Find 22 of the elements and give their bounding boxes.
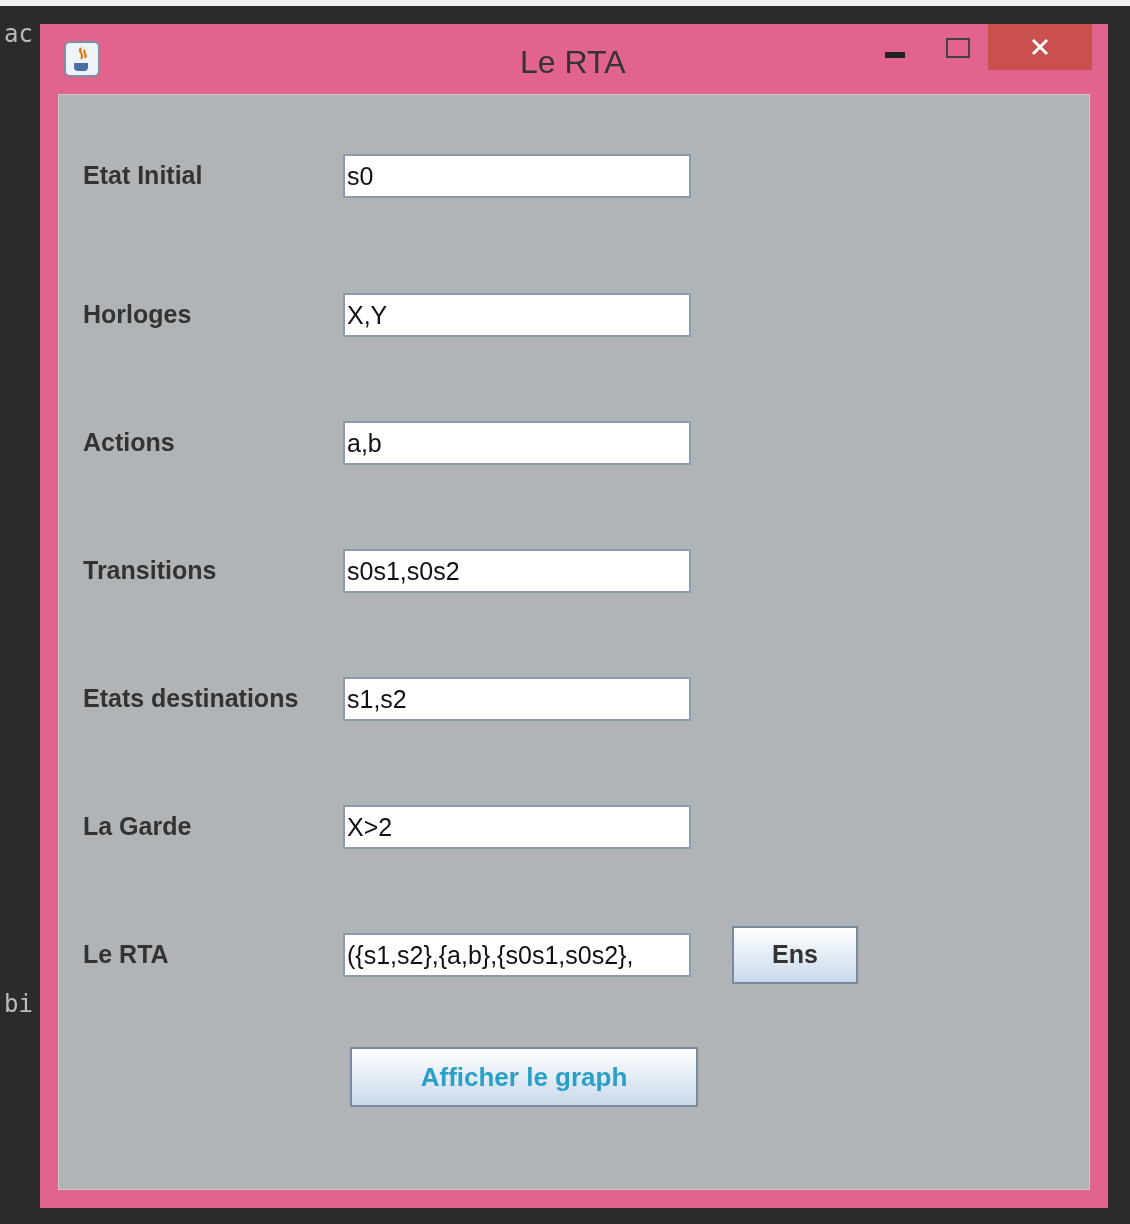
input-field[interactable]: a,b xyxy=(343,421,691,465)
input-field[interactable]: X,Y xyxy=(343,293,691,337)
field-label: Le RTA xyxy=(83,939,170,971)
maximize-icon[interactable] xyxy=(946,38,970,58)
field-label: La Garde xyxy=(83,811,193,843)
input-field[interactable]: s0s1,s0s2 xyxy=(343,549,691,593)
backdrop-text: ac xyxy=(4,19,33,50)
close-button[interactable] xyxy=(988,24,1092,70)
input-field[interactable]: s1,s2 xyxy=(343,677,691,721)
backdrop-text: bi xyxy=(4,989,33,1020)
java-cup-icon xyxy=(64,41,100,77)
field-label: Actions xyxy=(83,427,176,459)
window-title: Le RTA xyxy=(520,43,626,82)
field-label: Transitions xyxy=(83,555,218,587)
input-field[interactable]: s0 xyxy=(343,154,691,198)
input-field[interactable]: ({s1,s2},{a,b},{s0s1,s0s2}, xyxy=(343,933,691,977)
input-field[interactable]: X>2 xyxy=(343,805,691,849)
field-label: Horloges xyxy=(83,299,193,331)
close-icon xyxy=(1031,38,1049,56)
field-label: Etat Initial xyxy=(83,160,204,192)
ens-button[interactable]: Ens xyxy=(732,926,858,984)
field-label: Etats destinations xyxy=(83,683,300,715)
